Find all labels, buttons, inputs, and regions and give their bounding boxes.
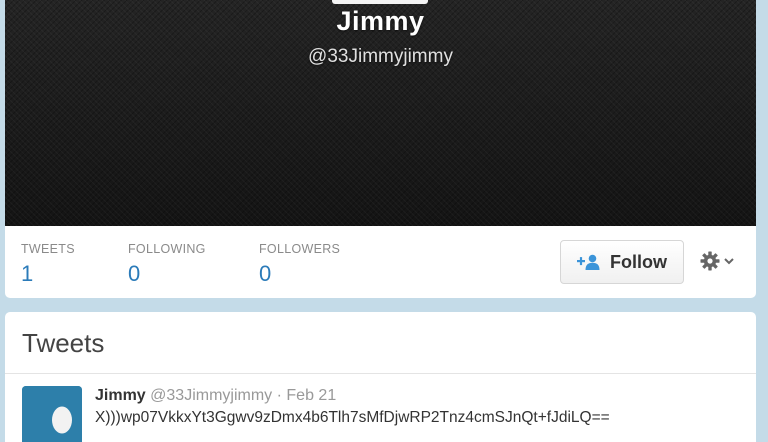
tweets-heading: Tweets — [22, 328, 105, 358]
stat-followers-label: FOLLOWERS — [259, 242, 341, 256]
tweet-text: X)))wp07VkkxYt3Ggwv9zDmx4b6Tlh7sMfDjwRP2… — [95, 409, 610, 426]
settings-menu-button[interactable] — [700, 248, 735, 274]
stat-followers[interactable]: FOLLOWERS 0 — [259, 242, 340, 287]
profile-avatar[interactable] — [332, 0, 428, 4]
profile-header: Jimmy @33Jimmyjimmy — [5, 0, 756, 226]
stat-tweets[interactable]: TWEETS 1 — [21, 242, 75, 287]
follow-button[interactable]: Follow — [560, 240, 684, 284]
tweet-author-handle[interactable]: @33Jimmyjimmy — [150, 387, 272, 404]
profile-card: Jimmy @33Jimmyjimmy TWEETS 1 FOLLOWING 0… — [5, 0, 756, 298]
egg-avatar-icon — [22, 386, 82, 442]
stat-followers-value: 0 — [259, 261, 272, 286]
tweet-avatar[interactable] — [22, 386, 82, 442]
stat-tweets-value: 1 — [21, 261, 34, 286]
chevron-down-icon — [724, 258, 734, 265]
tweets-card: Tweets Jimmy @33Jimmyjimmy · Feb 21 X)))… — [5, 312, 756, 442]
profile-name: Jimmy — [336, 6, 425, 36]
profile-screen-name: @33Jimmyjimmy — [308, 46, 453, 67]
tweet-timestamp[interactable]: Feb 21 — [286, 387, 336, 404]
stat-following-value: 0 — [128, 261, 141, 286]
tweet-author-name[interactable]: Jimmy — [95, 387, 146, 404]
stat-following-label: FOLLOWING — [128, 242, 206, 256]
stat-following[interactable]: FOLLOWING 0 — [128, 242, 206, 287]
add-user-icon — [577, 254, 600, 270]
tweet-header: Jimmy @33Jimmyjimmy · Feb 21 — [95, 387, 336, 405]
gear-icon — [700, 251, 720, 271]
tweets-divider — [5, 373, 756, 374]
tweet-separator: · — [276, 387, 282, 404]
stat-tweets-label: TWEETS — [21, 242, 75, 256]
follow-button-label: Follow — [610, 251, 667, 272]
